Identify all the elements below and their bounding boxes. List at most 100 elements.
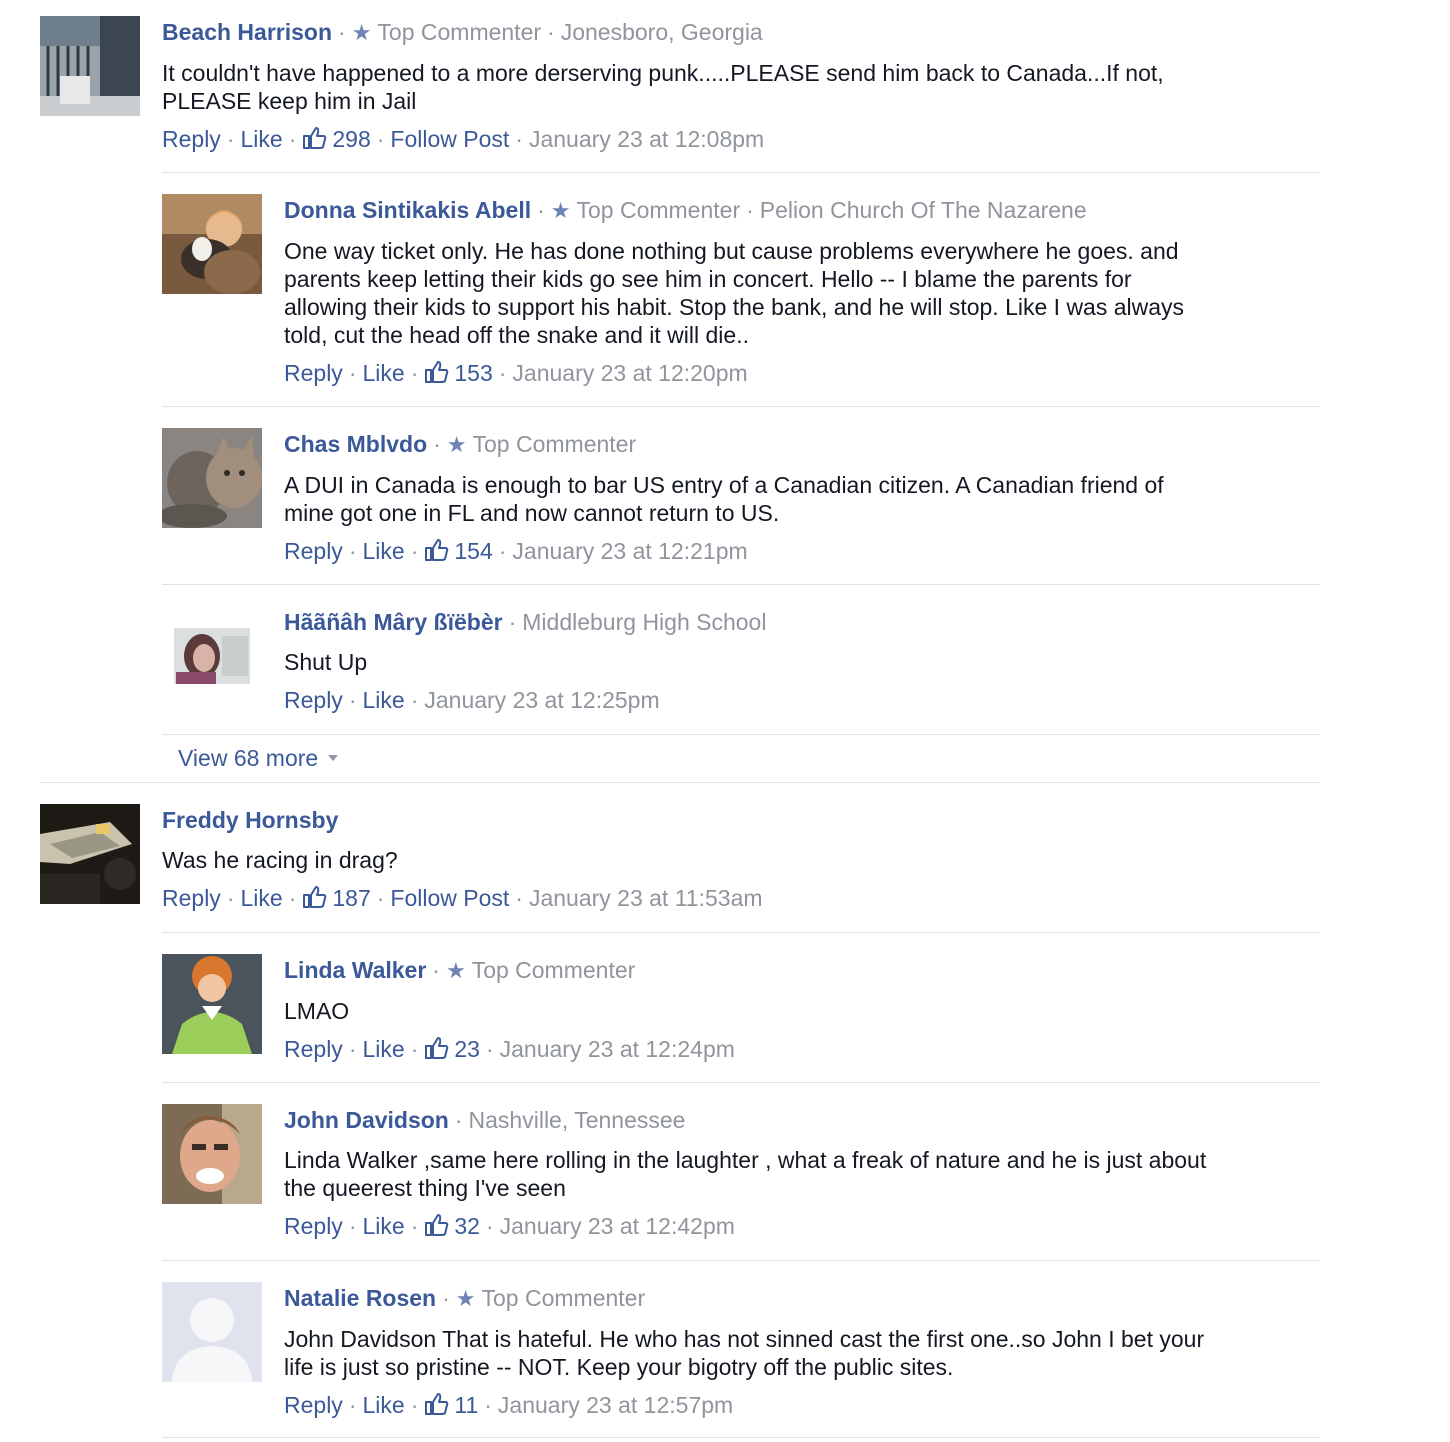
- follow-post-button[interactable]: Follow Post: [390, 885, 509, 911]
- comment-text: Was he racing in drag?: [162, 846, 763, 874]
- comment-text-line: told, cut the head off the snake and it …: [284, 322, 749, 348]
- like-count[interactable]: 32: [424, 1213, 480, 1239]
- avatar[interactable]: [162, 194, 262, 294]
- comment-timestamp[interactable]: January 23 at 11:53am: [529, 885, 763, 911]
- comment-body: John Davidson · Nashville, Tennessee Linda …: [284, 1106, 1206, 1243]
- like-button[interactable]: Like: [362, 687, 404, 713]
- author-name[interactable]: John Davidson: [284, 1107, 449, 1133]
- avatar[interactable]: [162, 606, 262, 706]
- reply-button[interactable]: Reply: [162, 126, 221, 152]
- comment-text: A DUI in Canada is enough to bar US entr…: [284, 471, 1164, 527]
- separator-dot: ·: [433, 431, 441, 457]
- comment-timestamp[interactable]: January 23 at 12:25pm: [424, 687, 659, 713]
- separator-dot: ·: [432, 957, 440, 983]
- comment-body: Linda Walker · ★ Top Commenter LMAO Reply · Li…: [284, 956, 735, 1066]
- comment-body: Hããñâh Mâry ßïëbèr · Middleburg High Schoo…: [284, 608, 766, 714]
- avatar[interactable]: [162, 954, 262, 1054]
- comment-timestamp[interactable]: January 23 at 12:42pm: [500, 1213, 735, 1239]
- avatar[interactable]: [162, 1282, 262, 1382]
- reply-button[interactable]: Reply: [284, 360, 343, 386]
- like-count[interactable]: 187: [302, 885, 371, 911]
- like-count[interactable]: 153: [424, 360, 493, 386]
- author-affiliation[interactable]: Pelion Church Of The Nazarene: [760, 197, 1087, 223]
- divider: [162, 734, 1320, 735]
- caret-down-icon: [328, 755, 339, 761]
- reply-button[interactable]: Reply: [284, 1036, 343, 1062]
- comment-text-line: It couldn't have happened to a more ders…: [162, 60, 1164, 86]
- top-commenter-badge: Top Commenter: [472, 431, 637, 457]
- separator-dot: ·: [485, 1036, 494, 1062]
- separator-dot: ·: [410, 538, 419, 564]
- avatar[interactable]: [40, 804, 140, 904]
- reply-button[interactable]: Reply: [284, 1392, 343, 1418]
- comment-header: Natalie Rosen · ★ Top Commenter: [284, 1284, 1204, 1313]
- view-more-link[interactable]: View 68 more: [178, 745, 339, 772]
- comment-timestamp[interactable]: January 23 at 12:20pm: [512, 360, 747, 386]
- comment-actions: Reply · Like · 32 · January 23 at 12:42pm: [284, 1212, 1206, 1243]
- thumbs-up-icon: [302, 885, 328, 915]
- like-count[interactable]: 11: [424, 1392, 478, 1418]
- like-count[interactable]: 23: [424, 1036, 480, 1062]
- comment-text: LMAO: [284, 997, 735, 1025]
- like-button[interactable]: Like: [362, 1392, 404, 1418]
- like-button[interactable]: Like: [362, 538, 404, 564]
- thumbs-up-icon: [424, 1036, 450, 1066]
- follow-post-button[interactable]: Follow Post: [390, 126, 509, 152]
- reply-button[interactable]: Reply: [284, 1213, 343, 1239]
- reply-button[interactable]: Reply: [284, 687, 343, 713]
- girl-photo-icon: [162, 606, 262, 706]
- like-count-value: 153: [454, 360, 493, 386]
- comment-timestamp[interactable]: January 23 at 12:21pm: [512, 538, 747, 564]
- like-button[interactable]: Like: [362, 360, 404, 386]
- reply-button[interactable]: Reply: [284, 538, 343, 564]
- like-button[interactable]: Like: [362, 1036, 404, 1062]
- comment-text-line: One way ticket only. He has done nothing…: [284, 238, 1179, 264]
- separator-dot: ·: [484, 1392, 492, 1418]
- comment-actions: Reply · Like · 11 · January 23 at 12:57pm: [284, 1391, 1204, 1422]
- comment-header: John Davidson · Nashville, Tennessee: [284, 1106, 1206, 1134]
- separator-dot: ·: [515, 126, 523, 152]
- comment-text-line: parents keep letting their kids go see h…: [284, 266, 1132, 292]
- comment-text: John Davidson That is hateful. He who ha…: [284, 1325, 1204, 1381]
- avatar[interactable]: [40, 16, 140, 116]
- separator-dot: ·: [454, 1107, 463, 1133]
- like-count[interactable]: 298: [302, 126, 371, 152]
- comment-text: Shut Up: [284, 648, 766, 676]
- default-silhouette-icon: [162, 1282, 262, 1382]
- comment-text: One way ticket only. He has done nothing…: [284, 237, 1184, 349]
- author-name[interactable]: Linda Walker: [284, 957, 426, 983]
- comment-body: Donna Sintikakis Abell · ★ Top Commenter · P…: [284, 196, 1184, 390]
- star-icon: ★: [445, 958, 466, 983]
- reply-button[interactable]: Reply: [162, 885, 221, 911]
- divider: [162, 932, 1320, 933]
- author-affiliation[interactable]: Jonesboro, Georgia: [561, 19, 763, 45]
- author-name[interactable]: Hããñâh Mâry ßïëbèr: [284, 609, 503, 635]
- balcony-photo-icon: [40, 16, 140, 116]
- like-button[interactable]: Like: [240, 885, 282, 911]
- comment-timestamp[interactable]: January 23 at 12:57pm: [498, 1392, 733, 1418]
- comment-timestamp[interactable]: January 23 at 12:08pm: [529, 126, 764, 152]
- separator-dot: ·: [498, 538, 507, 564]
- like-button[interactable]: Like: [240, 126, 282, 152]
- comment-header: Donna Sintikakis Abell · ★ Top Commenter · P…: [284, 196, 1184, 225]
- comment-timestamp[interactable]: January 23 at 12:24pm: [500, 1036, 735, 1062]
- author-name[interactable]: Beach Harrison: [162, 19, 332, 45]
- like-button[interactable]: Like: [362, 1213, 404, 1239]
- top-commenter-badge: Top Commenter: [481, 1285, 646, 1311]
- comment-text-line: John Davidson That is hateful. He who ha…: [284, 1326, 1205, 1352]
- separator-dot: ·: [338, 19, 346, 45]
- comment-body: Freddy Hornsby Was he racing in drag? Repl…: [162, 806, 763, 915]
- author-name[interactable]: Freddy Hornsby: [162, 807, 338, 833]
- author-affiliation[interactable]: Middleburg High School: [522, 609, 766, 635]
- separator-dot: ·: [348, 360, 357, 386]
- like-count[interactable]: 154: [424, 538, 493, 564]
- comment-text: Linda Walker ,same here rolling in the l…: [284, 1146, 1206, 1202]
- author-name[interactable]: Donna Sintikakis Abell: [284, 197, 531, 223]
- avatar[interactable]: [162, 1104, 262, 1204]
- thumbs-up-icon: [424, 1392, 450, 1422]
- author-affiliation[interactable]: Nashville, Tennessee: [469, 1107, 686, 1133]
- author-name[interactable]: Chas Mblvdo: [284, 431, 427, 457]
- separator-dot: ·: [348, 538, 357, 564]
- author-name[interactable]: Natalie Rosen: [284, 1285, 436, 1311]
- avatar[interactable]: [162, 428, 262, 528]
